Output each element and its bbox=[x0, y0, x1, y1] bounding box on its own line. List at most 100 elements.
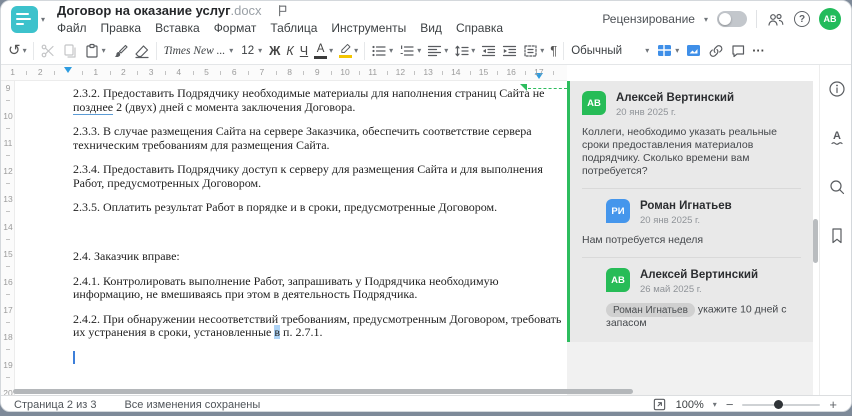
menu-item-Инструменты[interactable]: Инструменты bbox=[331, 21, 406, 35]
flag-icon[interactable] bbox=[276, 4, 289, 17]
menu-item-Файл[interactable]: Файл bbox=[57, 21, 87, 35]
ruler-number: 2 bbox=[37, 67, 43, 77]
comment-item[interactable]: РИ Роман Игнатьев 20 янв 2025 г. Нам потреб… bbox=[582, 199, 801, 247]
ruler-number: 19 bbox=[3, 360, 13, 370]
menu-item-Правка[interactable]: Правка bbox=[101, 21, 142, 35]
spellcheck-icon[interactable]: А bbox=[828, 128, 846, 147]
comment-avatar: АВ bbox=[582, 91, 606, 115]
ruler-number: 3 bbox=[148, 67, 154, 77]
ruler-number: 14 bbox=[3, 221, 13, 232]
document-extension: .docx bbox=[230, 3, 262, 18]
paste-button[interactable]: ▾ bbox=[81, 39, 109, 63]
app-logo-icon[interactable] bbox=[11, 5, 38, 33]
image-icon[interactable] bbox=[682, 39, 705, 63]
ruler-tick bbox=[441, 71, 443, 75]
table-icon[interactable]: ▾ bbox=[653, 39, 682, 63]
info-icon[interactable] bbox=[828, 79, 846, 98]
ruler-number: 1 bbox=[93, 67, 99, 77]
comment-item[interactable]: АВ Алексей Вертинский 20 янв 2025 г. Коллег… bbox=[582, 91, 801, 178]
ruler-tick bbox=[164, 71, 166, 75]
style-select[interactable]: Обычный ▾ bbox=[567, 40, 653, 62]
comment-author: Алексей Вертинский bbox=[640, 269, 759, 281]
text-run: 2.3.5. Оплатить результат Работ в порядк… bbox=[73, 200, 498, 214]
more-tools-button[interactable]: ··· bbox=[749, 39, 768, 63]
bullet-list-icon[interactable]: ▾ bbox=[368, 39, 396, 63]
ruler-tick bbox=[6, 349, 10, 351]
users-icon[interactable] bbox=[766, 11, 785, 28]
zoom-out-button[interactable]: − bbox=[726, 398, 734, 411]
format-painter-icon[interactable] bbox=[109, 39, 131, 63]
zoom-level[interactable]: 100% bbox=[676, 399, 704, 411]
mention-chip[interactable]: Роман Игнатьев bbox=[606, 303, 695, 317]
chevron-down-icon[interactable]: ▾ bbox=[704, 15, 708, 24]
formatting-toolbar: ↺ ▾ ▾ Times New ... ▾ 12 ▾ Ж К Ч А ▾ ▾ ▾… bbox=[1, 37, 851, 65]
ruler-tick bbox=[6, 155, 10, 157]
horizontal-scrollbar[interactable] bbox=[13, 389, 633, 394]
highlight-icon[interactable]: ▾ bbox=[336, 39, 361, 63]
italic-button[interactable]: К bbox=[283, 39, 296, 63]
ruler-number: 9 bbox=[314, 67, 320, 77]
comment-avatar: АВ bbox=[606, 268, 630, 292]
indent-icon[interactable] bbox=[499, 39, 520, 63]
align-left-icon[interactable]: ▾ bbox=[424, 39, 451, 63]
line-spacing-icon[interactable]: ▾ bbox=[451, 39, 478, 63]
review-mode-label[interactable]: Рецензирование bbox=[602, 12, 695, 26]
font-family-select[interactable]: Times New ... ▾ bbox=[160, 40, 238, 62]
page-indicator[interactable]: Страница 2 из 3 bbox=[14, 399, 96, 411]
font-size-select[interactable]: 12 ▾ bbox=[237, 40, 266, 62]
text-run: 2.4.1. Контролировать выполнение Работ, … bbox=[73, 273, 499, 288]
ruler-number: 7 bbox=[259, 67, 265, 77]
comment-divider bbox=[582, 257, 801, 258]
help-icon[interactable]: ? bbox=[794, 11, 810, 27]
comments-scrollbar[interactable] bbox=[813, 219, 818, 263]
paragraph-mark-button[interactable]: ¶ bbox=[547, 39, 560, 63]
comment-item[interactable]: АВ Алексей Вертинский 26 май 2025 г. Роман … bbox=[582, 268, 801, 330]
ruler-number: 11 bbox=[3, 138, 13, 149]
comment-author: Роман Игнатьев bbox=[640, 200, 732, 212]
copy-button[interactable] bbox=[59, 39, 81, 63]
paragraph-settings-icon[interactable]: ▾ bbox=[520, 39, 547, 63]
menu-item-Вставка[interactable]: Вставка bbox=[155, 21, 200, 35]
text-run: 2.3.2. Предоставить Подрядчику необходим… bbox=[73, 86, 545, 100]
text-run: информацию, не вмешиваясь при этом в дея… bbox=[73, 287, 418, 301]
outdent-icon[interactable] bbox=[478, 39, 499, 63]
menu-item-Формат[interactable]: Формат bbox=[214, 21, 257, 35]
ruler-tick bbox=[303, 71, 305, 75]
numbered-list-icon[interactable]: ▾ bbox=[396, 39, 424, 63]
cut-button[interactable] bbox=[37, 39, 59, 63]
left-indent-marker[interactable] bbox=[64, 67, 72, 73]
comment-icon[interactable] bbox=[727, 39, 749, 63]
ruler-number: 16 bbox=[506, 67, 516, 77]
comment-thread[interactable]: АВ Алексей Вертинский 20 янв 2025 г. Коллег… bbox=[567, 81, 813, 342]
zoom-slider[interactable] bbox=[742, 400, 821, 409]
bold-button[interactable]: Ж bbox=[266, 39, 283, 63]
clear-format-icon[interactable] bbox=[131, 39, 153, 63]
menu-item-Вид[interactable]: Вид bbox=[420, 21, 442, 35]
comment-divider bbox=[582, 188, 801, 189]
document-page[interactable]: 2.3.2. Предоставить Подрядчику необходим… bbox=[15, 81, 567, 395]
status-bar: Страница 2 из 3 Все изменения сохранены … bbox=[1, 395, 851, 411]
chevron-down-icon[interactable]: ▾ bbox=[713, 400, 717, 409]
review-toggle[interactable] bbox=[717, 11, 747, 27]
menu-item-Справка[interactable]: Справка bbox=[456, 21, 503, 35]
doc-line: 2.4.1. Контролировать выполнение Работ, … bbox=[73, 273, 567, 289]
bookmark-icon[interactable] bbox=[829, 226, 845, 245]
menu-item-Таблица[interactable]: Таблица bbox=[270, 21, 317, 35]
comment-header: АВ Алексей Вертинский 20 янв 2025 г. bbox=[582, 91, 801, 118]
user-avatar[interactable]: АВ bbox=[819, 8, 841, 30]
text-run: 2.4.2. При обнаружении несоответствий тр… bbox=[73, 311, 562, 326]
doc-line: Работ, предусмотренных Договором. bbox=[73, 176, 567, 191]
ruler-tick bbox=[358, 71, 360, 75]
undo-button[interactable]: ↺ ▾ bbox=[5, 39, 30, 63]
save-status: Все изменения сохранены bbox=[124, 398, 261, 411]
underline-button[interactable]: Ч bbox=[297, 39, 311, 63]
link-icon[interactable] bbox=[705, 39, 727, 63]
fit-page-icon[interactable] bbox=[652, 395, 667, 411]
text-run: п. 2.7.1. bbox=[280, 325, 323, 339]
zoom-in-button[interactable]: + bbox=[829, 398, 837, 411]
doc-line bbox=[73, 351, 567, 365]
font-color-button[interactable]: А ▾ bbox=[311, 39, 336, 63]
doc-paragraph: 2.4.1. Контролировать выполнение Работ, … bbox=[73, 273, 567, 302]
chevron-down-icon[interactable]: ▾ bbox=[41, 15, 45, 24]
search-icon[interactable] bbox=[828, 177, 846, 196]
